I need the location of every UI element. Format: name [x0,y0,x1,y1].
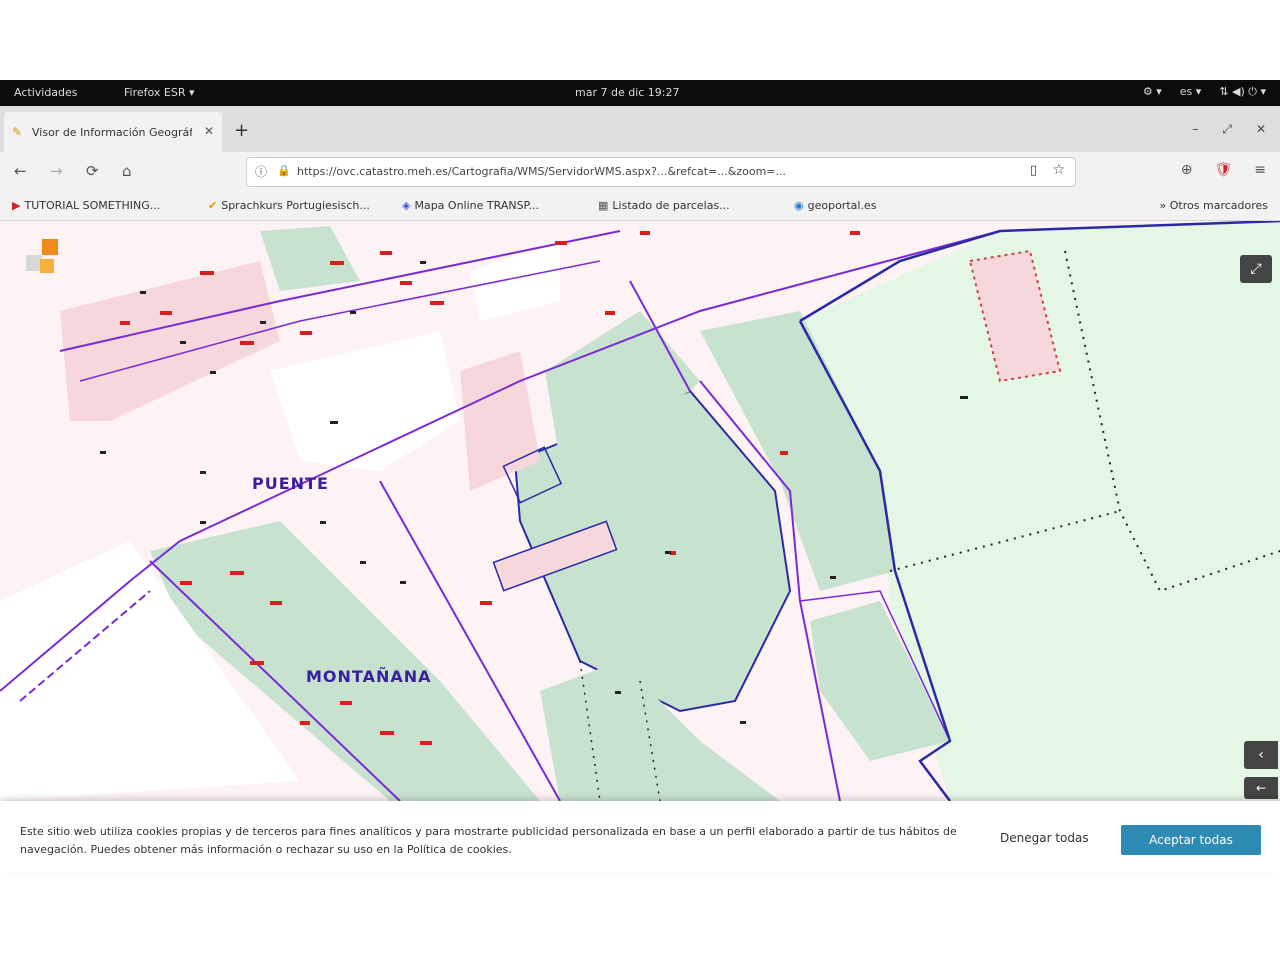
app-menu[interactable]: Firefox ESR ▾ [124,86,195,99]
deny-all-button[interactable]: Denegar todas [1000,831,1089,845]
url-text[interactable]: https://ovc.catastro.meh.es/Cartografia/… [297,165,1017,178]
bookmark-label: Mapa Online TRANSP... [414,199,539,212]
bookmark-label: TUTORIAL SOMETHING... [24,199,161,212]
map-icon: ◈ [402,199,411,212]
cookie-text: Este sitio web utiliza cookies propias y… [20,825,957,856]
url-bar[interactable]: ⓘ 🔒 https://ovc.catastro.meh.es/Cartogra… [246,157,1076,187]
map-label-puente: PUENTE [252,474,329,493]
panel-toggle-button[interactable]: ‹ [1244,741,1278,769]
bookmark-label: geoportal.es [807,199,877,212]
expand-icon: ⤢ [1250,261,1262,277]
bookmark-item[interactable]: ▦ Listado de parcelas... [598,199,730,212]
tab-active[interactable]: ✎ Visor de Información Geográfica ✕ [4,112,222,152]
minimize-button[interactable]: – [1192,122,1198,137]
tab-title: Visor de Información Geográfica [32,126,192,139]
input-method-menu[interactable]: es ▾ [1180,85,1202,99]
back-button[interactable]: ← [14,162,27,180]
panel-arrow-button[interactable]: ← [1244,777,1278,799]
bookmarks-bar: ▶ TUTORIAL SOMETHING... ✔ Sprachkurs Portu… [0,192,1280,221]
bookmark-label: Listado de parcelas... [612,199,730,212]
lock-icon[interactable]: 🔒 [277,164,291,177]
window-controls: – ⤢ ✕ [1192,122,1266,137]
toolbar-right: ⊕ 🛡 ≡ [1181,162,1266,178]
new-tab-button[interactable]: + [234,120,249,141]
extension-icon[interactable]: ⊕ [1181,162,1193,178]
green-parcel-northwest [260,226,360,291]
globe-icon: ◉ [794,199,804,212]
other-bookmarks[interactable]: » Otros marcadores [1160,199,1268,212]
cadastral-map[interactable]: PUENTE MONTAÑANA ⤢ ‹ ← [0,221,1280,801]
check-icon: ✔ [208,199,218,212]
tab-favicon-icon: ✎ [12,125,23,139]
reload-button[interactable]: ⟳ [86,162,99,180]
system-tray: ⚙ ▾ es ▾ ⇅ ◀) ⏻ ▾ [1143,85,1266,99]
reader-view-icon[interactable]: ▯ [1030,163,1037,178]
bookmark-item[interactable]: ◉ geoportal.es [794,199,876,212]
accept-all-button[interactable]: Aceptar todas [1121,825,1261,855]
ublock-shield-icon[interactable]: 🛡 [1214,162,1232,178]
system-top-bar: Actividades Firefox ESR ▾ mar 7 de dic 1… [0,80,1280,106]
settings-icon[interactable]: ⚙ ▾ [1143,85,1162,99]
open-square [270,331,460,471]
map-logo [22,239,62,279]
bookmark-label: Sprachkurs Portugiesisch... [221,199,370,212]
home-button[interactable]: ⌂ [122,162,132,180]
forward-button[interactable]: → [50,162,63,180]
cookie-banner: Este sitio web utiliza cookies propias y… [0,801,1280,873]
maximize-button[interactable]: ⤢ [1222,122,1232,137]
bookmark-item[interactable]: ✔ Sprachkurs Portugiesisch... [208,199,370,212]
bookmark-item[interactable]: ◈ Mapa Online TRANSP... [402,199,539,212]
tab-close-icon[interactable]: ✕ [204,124,214,138]
power-menu[interactable]: ⇅ ◀) ⏻ ▾ [1219,85,1266,99]
chevron-left-icon: ‹ [1258,747,1264,763]
map-canvas[interactable] [0,221,1280,801]
info-icon[interactable]: ⓘ [255,163,267,180]
map-label-montanana: MONTAÑANA [306,667,432,686]
bookmark-star-icon[interactable]: ☆ [1052,162,1065,178]
clock[interactable]: mar 7 de dic 19:27 [575,86,680,99]
arrow-left-icon: ← [1255,781,1267,795]
activities-button[interactable]: Actividades [14,86,78,99]
bookmark-item[interactable]: ▶ TUTORIAL SOMETHING... [12,199,160,212]
youtube-icon: ▶ [12,199,21,212]
grid-icon: ▦ [598,199,609,212]
navigation-bar: ← → ⟳ ⌂ ⓘ 🔒 https://ovc.catastro.meh.es/… [0,152,1280,192]
fullscreen-button[interactable]: ⤢ [1240,255,1272,283]
hamburger-menu-icon[interactable]: ≡ [1254,162,1266,178]
tab-strip: ✎ Visor de Información Geográfica ✕ + – … [0,106,1280,152]
close-window-button[interactable]: ✕ [1256,122,1266,137]
